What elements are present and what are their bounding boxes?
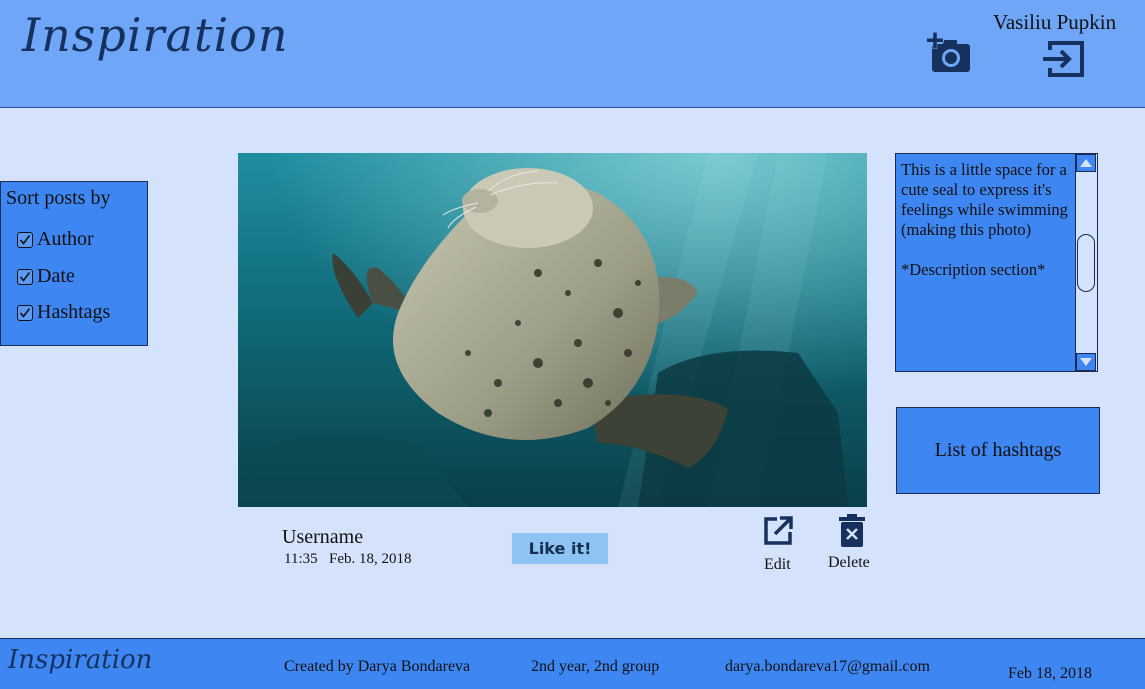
- post-time: 11:35: [284, 551, 318, 567]
- checkbox-checked-icon[interactable]: [17, 268, 33, 285]
- footer-date: Feb 18, 2018: [1008, 665, 1092, 682]
- delete-label[interactable]: Delete: [828, 554, 870, 572]
- edit-label[interactable]: Edit: [764, 556, 791, 574]
- like-button[interactable]: Like it!: [512, 533, 608, 564]
- footer-email[interactable]: darya.bondareva17@gmail.com: [725, 658, 930, 676]
- footer-group: 2nd year, 2nd group: [531, 658, 660, 675]
- sort-option-author[interactable]: Author: [17, 228, 94, 251]
- post-username[interactable]: Username: [282, 526, 363, 549]
- scrollbar-thumb[interactable]: [1077, 234, 1095, 292]
- post-date: Feb. 18, 2018: [329, 551, 412, 567]
- hashtags-panel[interactable]: List of hashtags: [896, 407, 1100, 494]
- footer-logo[interactable]: Inspiration: [8, 645, 152, 675]
- hashtags-label: List of hashtags: [934, 439, 1062, 461]
- scroll-down-icon[interactable]: [1076, 353, 1096, 371]
- sort-option-label: Author: [37, 228, 94, 250]
- sort-title: Sort posts by: [6, 187, 111, 209]
- footer: Inspiration Created by Darya Bondareva 2…: [0, 638, 1145, 689]
- sort-option-label: Date: [37, 265, 75, 287]
- sort-option-label: Hashtags: [37, 301, 111, 323]
- sort-panel: Sort posts by Author Date Hashtags: [0, 181, 148, 346]
- current-user-name: Vasiliu Pupkin: [993, 10, 1117, 34]
- scroll-up-icon[interactable]: [1076, 154, 1096, 172]
- description-scrollbar[interactable]: [1075, 154, 1097, 371]
- delete-icon[interactable]: [838, 514, 866, 547]
- checkbox-checked-icon[interactable]: [17, 231, 33, 248]
- edit-icon[interactable]: [763, 516, 793, 546]
- app-logo[interactable]: Inspiration: [22, 8, 289, 62]
- add-photo-icon[interactable]: [926, 32, 974, 76]
- checkbox-checked-icon[interactable]: [17, 304, 33, 321]
- footer-author: Created by Darya Bondareva: [284, 658, 471, 675]
- header: Inspiration Vasiliu Pupkin: [0, 0, 1145, 108]
- post-description: This is a little space for a cute seal t…: [901, 160, 1068, 279]
- logout-icon[interactable]: [1040, 38, 1088, 80]
- sort-option-hashtags[interactable]: Hashtags: [17, 301, 110, 324]
- description-panel[interactable]: This is a little space for a cute seal t…: [895, 153, 1098, 372]
- sort-option-date[interactable]: Date: [17, 265, 75, 288]
- post-photo[interactable]: [238, 153, 867, 507]
